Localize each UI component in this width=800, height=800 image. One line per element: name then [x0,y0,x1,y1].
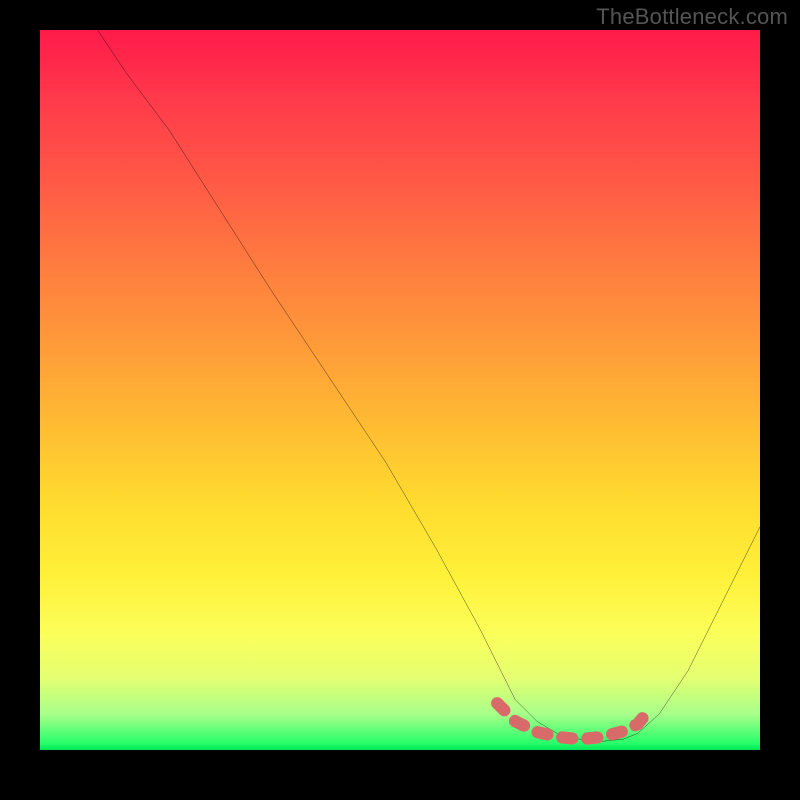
chart-curve-layer [40,30,760,750]
bottom-overlay-curve [497,703,652,739]
plot-area [40,30,760,750]
main-curve [98,30,760,741]
watermark-text: TheBottleneck.com [596,4,788,30]
